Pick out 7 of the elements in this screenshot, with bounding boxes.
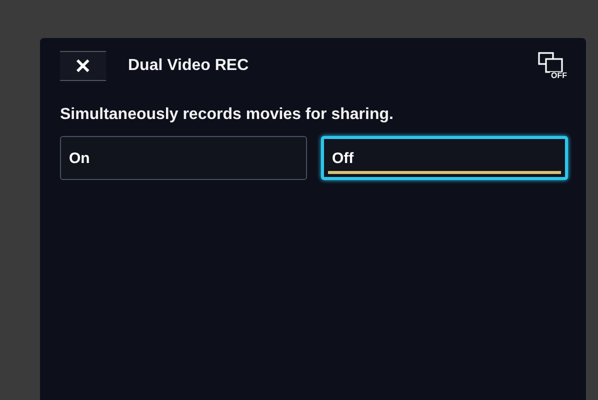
dual-screen-icon — [538, 52, 564, 74]
description-text: Simultaneously records movies for sharing. — [60, 106, 394, 124]
option-button[interactable]: On — [60, 136, 307, 180]
off-label: OFF — [550, 72, 568, 80]
close-button[interactable]: ✕ — [60, 51, 106, 81]
screen-title: Dual Video REC — [128, 57, 250, 75]
option-button[interactable]: Off — [321, 136, 568, 180]
